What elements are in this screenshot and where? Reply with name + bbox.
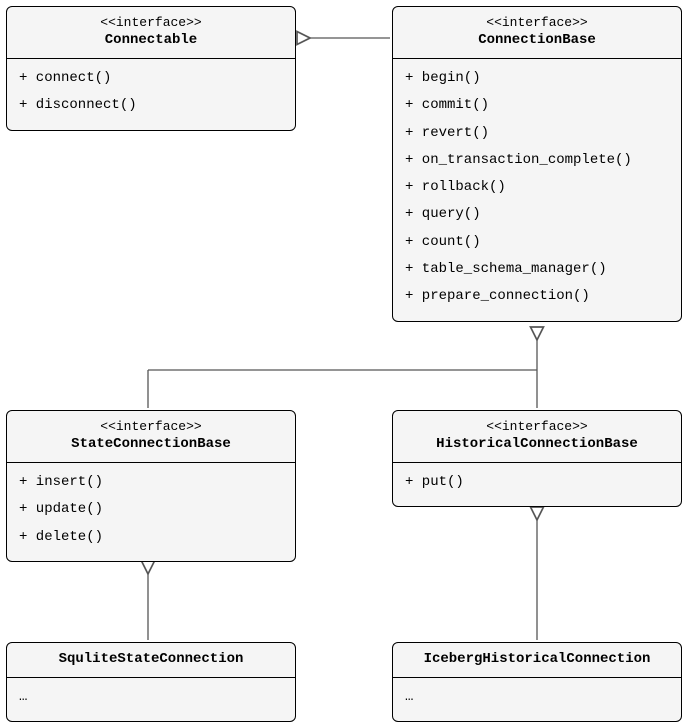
member: + delete() — [19, 524, 283, 551]
member: + revert() — [405, 120, 669, 147]
class-state-connection-base: <<interface>> StateConnectionBase + inse… — [6, 410, 296, 562]
class-header: <<interface>> HistoricalConnectionBase — [393, 411, 681, 463]
class-members: + put() — [393, 463, 681, 506]
class-members: + connect() + disconnect() — [7, 59, 295, 130]
member: + commit() — [405, 92, 669, 119]
member: + begin() — [405, 65, 669, 92]
member: + rollback() — [405, 174, 669, 201]
class-header: <<interface>> ConnectionBase — [393, 7, 681, 59]
class-name: ConnectionBase — [403, 32, 671, 48]
member: + prepare_connection() — [405, 283, 669, 310]
stereotype-label: <<interface>> — [403, 15, 671, 30]
class-name: Connectable — [17, 32, 285, 48]
stereotype-label: <<interface>> — [403, 419, 671, 434]
member: + update() — [19, 496, 283, 523]
member: + connect() — [19, 65, 283, 92]
class-members: + begin() + commit() + revert() + on_tra… — [393, 59, 681, 321]
class-historical-connection-base: <<interface>> HistoricalConnectionBase +… — [392, 410, 682, 507]
member: … — [19, 684, 283, 711]
class-name: SquliteStateConnection — [17, 651, 285, 667]
class-header: <<interface>> StateConnectionBase — [7, 411, 295, 463]
member: … — [405, 684, 669, 711]
class-name: StateConnectionBase — [17, 436, 285, 452]
class-header: <<interface>> Connectable — [7, 7, 295, 59]
member: + insert() — [19, 469, 283, 496]
class-connectable: <<interface>> Connectable + connect() + … — [6, 6, 296, 131]
class-header: SquliteStateConnection — [7, 643, 295, 678]
class-connection-base: <<interface>> ConnectionBase + begin() +… — [392, 6, 682, 322]
class-members: + insert() + update() + delete() — [7, 463, 295, 561]
stereotype-label: <<interface>> — [17, 15, 285, 30]
class-sqlite-state-connection: SquliteStateConnection … — [6, 642, 296, 722]
member: + put() — [405, 469, 669, 496]
member: + disconnect() — [19, 92, 283, 119]
member: + table_schema_manager() — [405, 256, 669, 283]
class-members: … — [393, 678, 681, 721]
member: + on_transaction_complete() — [405, 147, 669, 174]
class-name: IcebergHistoricalConnection — [403, 651, 671, 667]
class-members: … — [7, 678, 295, 721]
member: + count() — [405, 229, 669, 256]
member: + query() — [405, 201, 669, 228]
class-header: IcebergHistoricalConnection — [393, 643, 681, 678]
class-iceberg-historical-connection: IcebergHistoricalConnection … — [392, 642, 682, 722]
class-name: HistoricalConnectionBase — [403, 436, 671, 452]
stereotype-label: <<interface>> — [17, 419, 285, 434]
